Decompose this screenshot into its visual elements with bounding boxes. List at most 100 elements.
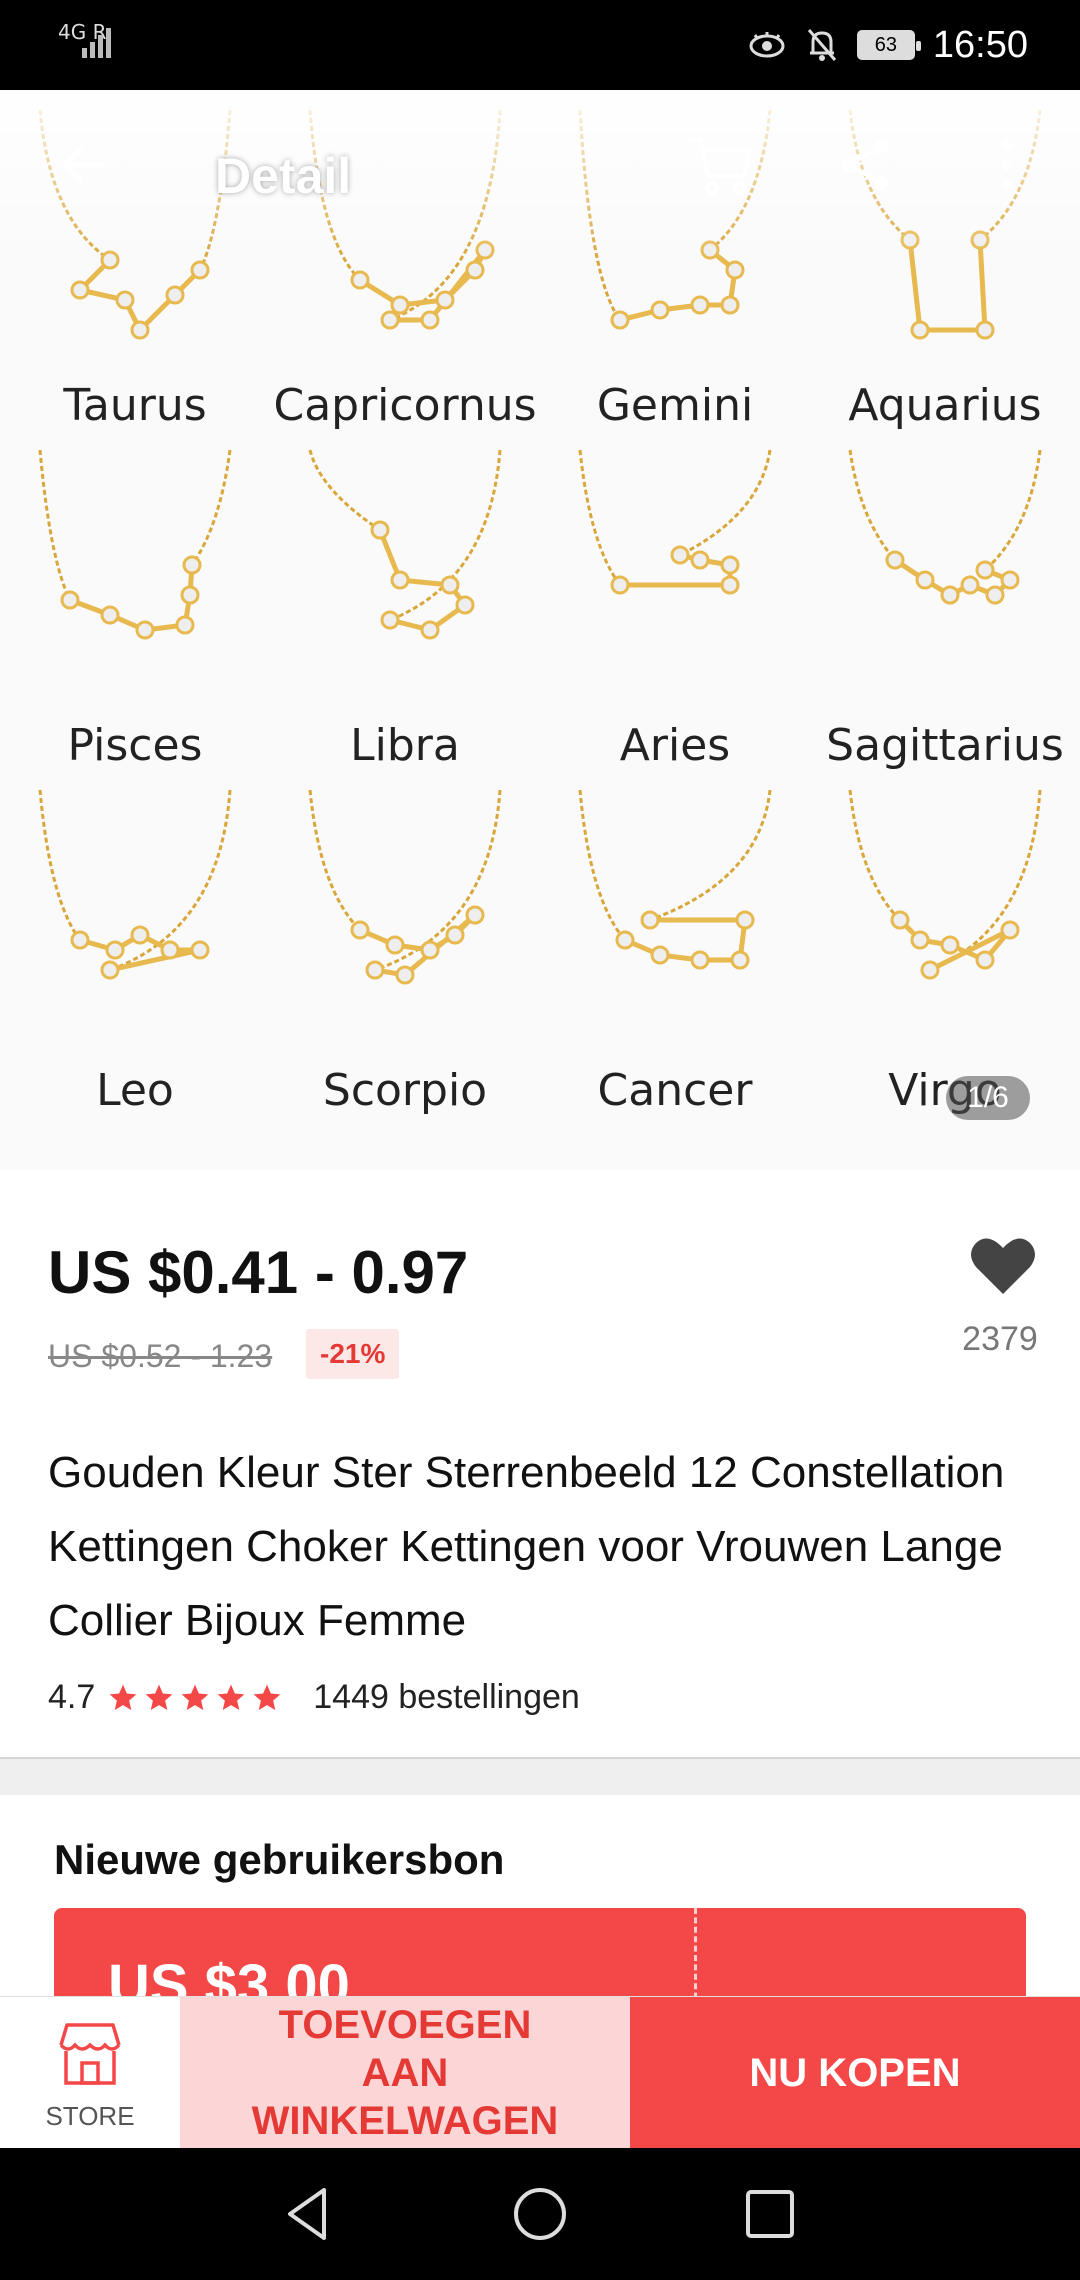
nav-home-icon[interactable] [504,2178,576,2250]
wishlist-count: 2379 [962,1320,1038,1358]
heart-icon[interactable] [968,1234,1038,1298]
constellation-necklace-sagittarius: Sagittarius [810,430,1080,771]
discount-badge: -21% [306,1329,400,1379]
share-icon[interactable] [830,130,900,200]
system-nav-bar [0,2148,1080,2280]
more-vertical-icon[interactable] [972,130,1042,200]
chain-left [38,449,72,601]
chain-right [679,449,772,557]
pendant-stone [435,290,455,310]
sign-label: Sagittarius [826,720,1064,771]
chain-right [389,449,502,622]
coupon-ticket[interactable]: US $3.00 [54,1908,1026,2008]
pendant-stone [640,910,660,930]
pendant-stone [610,575,630,595]
coupon-title: Nieuwe gebruikersbon [54,1836,505,1883]
star-icon [145,1684,173,1710]
pendant-stone [720,575,740,595]
pendant-stone [440,575,460,595]
pendant-stone [182,555,202,575]
necklace-image [578,449,772,595]
sign-label: Capricornus [273,380,537,431]
section-divider [0,1757,1080,1795]
pendant-stone [910,930,930,950]
pendant-stone [420,940,440,960]
pendant-stone [720,295,740,315]
pendant-stone [615,930,635,950]
cart-icon[interactable] [686,130,756,200]
pendant-stone [100,605,120,625]
sign-label: Taurus [63,380,207,431]
constellation-necklace-aries: Aries [540,430,810,771]
chain-left [308,449,381,532]
pendant-stone [365,960,385,980]
back-arrow-icon[interactable] [48,130,118,200]
star-icon [181,1684,209,1710]
pendant-stone [1000,570,1020,590]
battery-icon: 63 [856,30,921,60]
pendant-bar [619,248,738,323]
image-pager: 1/6 [946,1076,1030,1120]
pendant-stone [730,950,750,970]
chain-left [578,449,622,586]
battery-level: 63 [874,33,898,56]
chain-left [848,449,897,561]
pendant-stone [380,610,400,630]
pendant-stone [130,925,150,945]
pendant-stone [390,295,410,315]
nav-recents-icon[interactable] [734,2178,806,2250]
sign-label: Virgo [888,1065,1002,1116]
pendant-stone [690,295,710,315]
store-button[interactable]: STORE [0,1997,180,2149]
constellation-necklace-libra: Libra [270,430,540,771]
constellation-necklace-pisces: Pisces [0,430,270,771]
price-range: US $0.41 - 0.97 [48,1239,469,1306]
eye-comfort-icon [749,32,785,58]
pendant-stone [735,910,755,930]
mute-bell-icon [807,29,837,61]
buy-now-button[interactable]: NU KOPEN [630,1997,1080,2149]
pendant-stone [175,615,195,635]
pendant-stone [975,320,995,340]
pendant-stone [115,290,135,310]
pendant-stone [445,925,465,945]
pendant-stone [420,620,440,640]
chain-left [848,789,902,922]
pendant-bar [358,247,488,323]
pendant-stone [960,575,980,595]
chain-right [649,789,772,922]
necklace-image [848,789,1042,980]
star-icon [217,1684,245,1710]
pendant-stone [910,320,930,340]
pendant-stone [650,300,670,320]
pendant-stone [70,930,90,950]
necklace-image [308,449,502,640]
add-to-cart-button[interactable]: TOEVOEGEN AAN WINKELWAGEN [180,1997,630,2149]
sign-label: Gemini [596,380,754,431]
pendant-stone [455,595,475,615]
pendant-stone [690,550,710,570]
store-icon [59,2023,121,2085]
signal-icon [82,28,111,58]
pendant-stone [985,585,1005,605]
pendant-stone [370,520,390,540]
add-to-cart-label: TOEVOEGEN AAN WINKELWAGEN [251,2003,559,2143]
pendant-stone [380,310,400,330]
sign-label: Leo [96,1065,174,1116]
status-bar: 4G R 63 16:50 [0,0,1080,90]
original-price: US $0.52 - 1.23 [48,1338,273,1374]
necklace-image [308,789,502,985]
chain-left [578,789,627,941]
rating-row: 4.7 1449 bestellingen [48,1678,580,1717]
pendant-stone [160,940,180,960]
chain-left [38,789,82,941]
order-count: 1449 bestellingen [313,1678,580,1716]
store-label: STORE [45,2101,135,2131]
pendant-stone [100,960,120,980]
chain-right [190,449,232,566]
pendant-stone [385,935,405,955]
sign-label: Aquarius [848,380,1042,431]
nav-back-icon[interactable] [274,2178,346,2250]
pendant-stone [105,940,125,960]
pendant-stone [135,620,155,640]
